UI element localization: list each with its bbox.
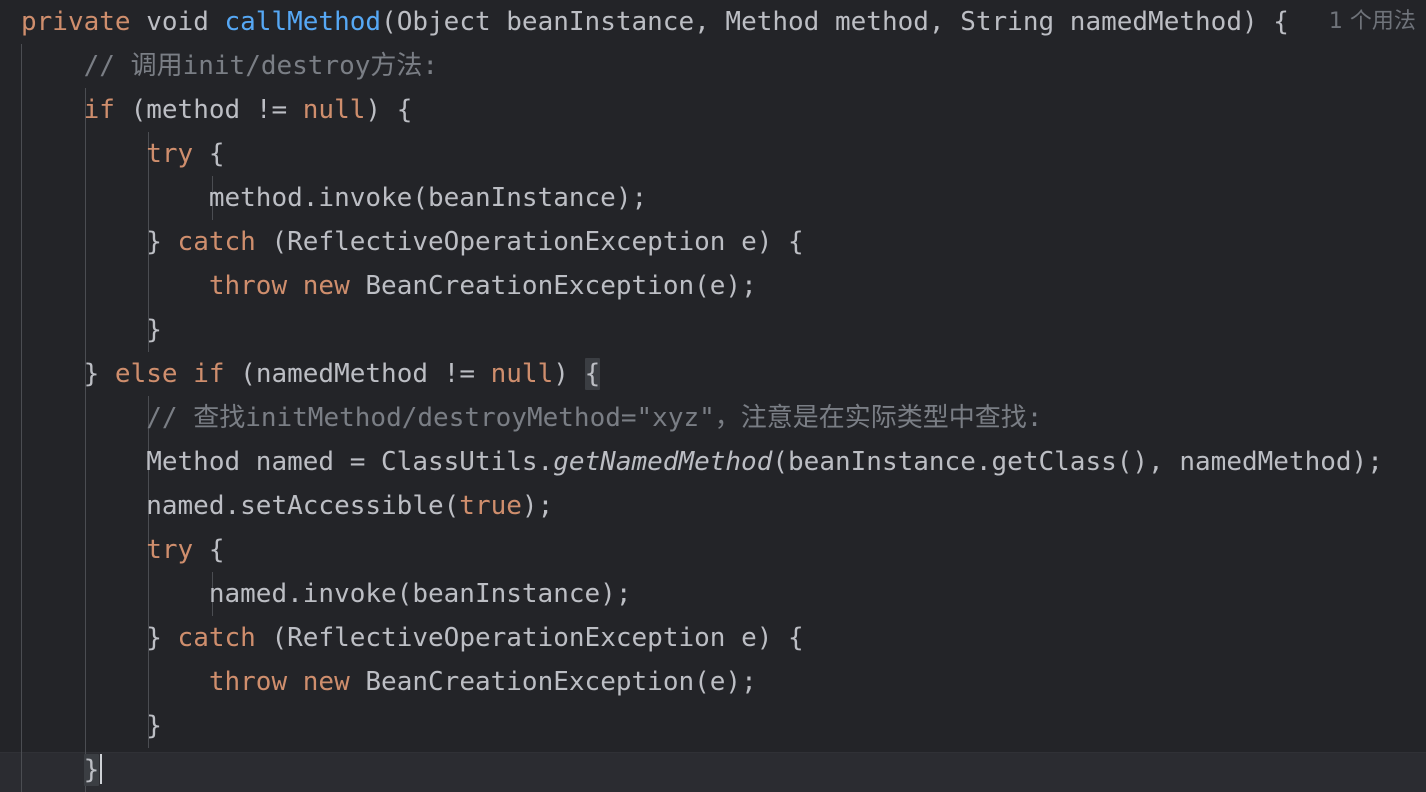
code-token: } bbox=[21, 359, 115, 389]
code-line[interactable]: named.setAccessible(true); bbox=[0, 484, 1426, 528]
code-line[interactable]: throw new BeanCreationException(e); bbox=[0, 660, 1426, 704]
code-token: { bbox=[193, 535, 225, 565]
code-token: else bbox=[114, 359, 178, 389]
code-token: (namedMethod != bbox=[224, 359, 491, 389]
code-token: (method != bbox=[114, 95, 303, 125]
code-token: true bbox=[459, 491, 522, 521]
code-token: ) bbox=[553, 359, 585, 389]
code-editor[interactable]: private void callMethod(Object beanInsta… bbox=[0, 0, 1426, 792]
code-line[interactable]: } bbox=[0, 748, 1426, 792]
code-line[interactable]: } bbox=[0, 704, 1426, 748]
code-token: new bbox=[302, 667, 350, 697]
code-line[interactable]: Method named = ClassUtils.getNamedMethod… bbox=[0, 440, 1426, 484]
code-token: (ReflectiveOperationException e) { bbox=[255, 227, 804, 257]
code-line[interactable]: } bbox=[0, 308, 1426, 352]
code-token: named.setAccessible( bbox=[21, 491, 460, 521]
code-line[interactable]: // 调用init/destroy方法: bbox=[0, 44, 1426, 88]
code-token: // 调用init/destroy方法: bbox=[83, 51, 439, 81]
code-token: BeanCreationException(e); bbox=[349, 271, 757, 301]
code-line[interactable]: throw new BeanCreationException(e); bbox=[0, 264, 1426, 308]
code-token: throw bbox=[208, 271, 288, 301]
usage-inlay-hint[interactable]: 1 个用法 bbox=[1329, 0, 1416, 44]
code-token: getNamedMethod bbox=[553, 447, 773, 477]
code-token: } bbox=[21, 623, 178, 653]
code-line[interactable]: method.invoke(beanInstance); bbox=[0, 176, 1426, 220]
code-line[interactable]: try { bbox=[0, 528, 1426, 572]
code-line[interactable]: if (method != null) { bbox=[0, 88, 1426, 132]
code-token: if bbox=[193, 359, 225, 389]
code-token: (beanInstance.getClass(), namedMethod); bbox=[772, 447, 1383, 477]
code-token: try bbox=[146, 535, 194, 565]
text-caret bbox=[100, 754, 103, 784]
code-line[interactable]: named.invoke(beanInstance); bbox=[0, 572, 1426, 616]
code-token: { bbox=[193, 139, 225, 169]
code-token: } bbox=[21, 315, 162, 345]
matched-brace: } bbox=[83, 754, 100, 786]
code-token: named.invoke(beanInstance); bbox=[21, 579, 632, 609]
code-line[interactable]: try { bbox=[0, 132, 1426, 176]
code-token: } bbox=[21, 711, 162, 741]
code-token: if bbox=[83, 95, 115, 125]
code-token: catch bbox=[177, 623, 256, 653]
code-token: (ReflectiveOperationException e) { bbox=[255, 623, 804, 653]
code-token: private bbox=[21, 7, 131, 37]
code-token: try bbox=[146, 139, 194, 169]
code-line[interactable]: } catch (ReflectiveOperationException e)… bbox=[0, 220, 1426, 264]
code-token: ); bbox=[521, 491, 554, 521]
code-line[interactable]: private void callMethod(Object beanInsta… bbox=[0, 0, 1426, 44]
code-token: throw bbox=[208, 667, 288, 697]
code-token: BeanCreationException(e); bbox=[349, 667, 757, 697]
code-token: Method named = ClassUtils. bbox=[21, 447, 554, 477]
code-token: method.invoke(beanInstance); bbox=[21, 183, 648, 213]
code-token: void bbox=[130, 7, 225, 37]
code-token: ) { bbox=[365, 95, 413, 125]
code-token: // 查找initMethod/destroyMethod="xyz"，注意是在… bbox=[146, 403, 1043, 433]
code-line[interactable]: // 查找initMethod/destroyMethod="xyz"，注意是在… bbox=[0, 396, 1426, 440]
code-token: null bbox=[490, 359, 554, 389]
code-token: new bbox=[302, 271, 350, 301]
code-token: (Object beanInstance, Method method, Str… bbox=[381, 7, 1289, 37]
code-token: catch bbox=[177, 227, 256, 257]
code-token: null bbox=[302, 95, 366, 125]
code-token: } bbox=[21, 227, 178, 257]
code-token: callMethod bbox=[224, 7, 382, 37]
code-line[interactable]: } catch (ReflectiveOperationException e)… bbox=[0, 616, 1426, 660]
code-line[interactable]: } else if (namedMethod != null) { bbox=[0, 352, 1426, 396]
matched-brace: { bbox=[584, 358, 601, 390]
